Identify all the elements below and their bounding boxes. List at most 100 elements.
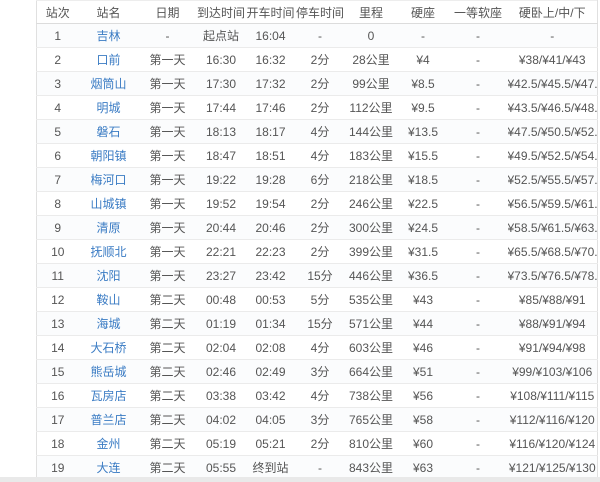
hard-sleeper-price-cell: ¥42.5/¥45.5/¥47.5 <box>508 72 598 96</box>
date-cell: 第二天 <box>139 408 197 432</box>
station-name-cell: 梅河口 <box>79 168 139 192</box>
arrival-time-cell: 18:13 <box>197 120 246 144</box>
first-class-soft-seat-price-cell: - <box>449 336 508 360</box>
first-class-soft-seat-price-cell: - <box>449 72 508 96</box>
first-class-soft-seat-price-cell: - <box>449 144 508 168</box>
train-schedule-table-wrap: 站次站名日期到达时间开车时间停车时间里程硬座一等软座硬卧上/中/下 1吉林-起点… <box>36 0 598 480</box>
table-row: 14大石桥第二天02:0402:084分603公里¥46-¥91/¥94/¥98 <box>37 336 598 360</box>
table-row: 9清原第一天20:4420:462分300公里¥24.5-¥58.5/¥61.5… <box>37 216 598 240</box>
stop-duration-cell: 15分 <box>296 312 345 336</box>
date-cell: 第一天 <box>139 48 197 72</box>
date-cell: 第二天 <box>139 384 197 408</box>
station-name-link[interactable]: 大连 <box>96 461 120 475</box>
station-number-cell: 13 <box>37 312 79 336</box>
first-class-soft-seat-price-cell: - <box>449 288 508 312</box>
date-cell: 第一天 <box>139 240 197 264</box>
station-number-cell: 4 <box>37 96 79 120</box>
departure-time-cell: 20:46 <box>246 216 296 240</box>
station-name-link[interactable]: 清原 <box>96 221 120 235</box>
distance-cell: 218公里 <box>345 168 398 192</box>
arrival-time-cell: 16:30 <box>197 48 246 72</box>
distance-cell: 571公里 <box>345 312 398 336</box>
date-cell: 第一天 <box>139 192 197 216</box>
departure-time-cell: 02:49 <box>246 360 296 384</box>
stop-duration-cell: - <box>296 456 345 480</box>
hard-sleeper-price-cell: ¥112/¥116/¥120 <box>508 408 598 432</box>
arrival-time-cell: 00:48 <box>197 288 246 312</box>
table-row: 15熊岳城第二天02:4602:493分664公里¥51-¥99/¥103/¥1… <box>37 360 598 384</box>
stop-duration-cell: 2分 <box>296 72 345 96</box>
station-name-link[interactable]: 吉林 <box>96 29 120 43</box>
date-cell: 第二天 <box>139 456 197 480</box>
station-number-cell: 16 <box>37 384 79 408</box>
departure-time-cell: 03:42 <box>246 384 296 408</box>
station-name-link[interactable]: 口前 <box>96 53 120 67</box>
station-number-cell: 19 <box>37 456 79 480</box>
first-class-soft-seat-price-cell: - <box>449 48 508 72</box>
station-number-cell: 7 <box>37 168 79 192</box>
station-name-link[interactable]: 鞍山 <box>96 293 120 307</box>
train-schedule-table: 站次站名日期到达时间开车时间停车时间里程硬座一等软座硬卧上/中/下 1吉林-起点… <box>36 0 598 480</box>
hard-seat-price-cell: ¥18.5 <box>398 168 449 192</box>
distance-cell: 99公里 <box>345 72 398 96</box>
hard-sleeper-price-cell: ¥47.5/¥50.5/¥52.5 <box>508 120 598 144</box>
hard-seat-price-cell: ¥63 <box>398 456 449 480</box>
station-name-link[interactable]: 山城镇 <box>90 197 126 211</box>
departure-time-cell: 02:08 <box>246 336 296 360</box>
station-name-cell: 朝阳镇 <box>79 144 139 168</box>
distance-cell: 399公里 <box>345 240 398 264</box>
hard-sleeper-price-cell: ¥88/¥91/¥94 <box>508 312 598 336</box>
arrival-time-cell: 03:38 <box>197 384 246 408</box>
hard-seat-price-cell: ¥4 <box>398 48 449 72</box>
distance-cell: 664公里 <box>345 360 398 384</box>
distance-cell: 28公里 <box>345 48 398 72</box>
station-name-cell: 金州 <box>79 432 139 456</box>
table-row: 2口前第一天16:3016:322分28公里¥4-¥38/¥41/¥43 <box>37 48 598 72</box>
first-class-soft-seat-price-cell: - <box>449 216 508 240</box>
distance-cell: 112公里 <box>345 96 398 120</box>
station-name-link[interactable]: 磐石 <box>96 125 120 139</box>
station-name-cell: 大连 <box>79 456 139 480</box>
departure-time-cell: 17:46 <box>246 96 296 120</box>
table-header-row: 站次站名日期到达时间开车时间停车时间里程硬座一等软座硬卧上/中/下 <box>37 1 598 24</box>
station-name-cell: 沈阳 <box>79 264 139 288</box>
station-name-link[interactable]: 明城 <box>96 101 120 115</box>
station-name-link[interactable]: 海城 <box>96 317 120 331</box>
station-name-link[interactable]: 沈阳 <box>96 269 120 283</box>
date-cell: 第二天 <box>139 312 197 336</box>
station-name-link[interactable]: 金州 <box>96 437 120 451</box>
first-class-soft-seat-price-cell: - <box>449 360 508 384</box>
first-class-soft-seat-price-cell: - <box>449 384 508 408</box>
station-name-link[interactable]: 普兰店 <box>90 413 126 427</box>
station-name-link[interactable]: 熊岳城 <box>90 365 126 379</box>
first-class-soft-seat-price-cell: - <box>449 24 508 48</box>
stop-duration-cell: 2分 <box>296 192 345 216</box>
station-number-cell: 5 <box>37 120 79 144</box>
distance-cell: 300公里 <box>345 216 398 240</box>
distance-cell: 535公里 <box>345 288 398 312</box>
distance-cell: 603公里 <box>345 336 398 360</box>
station-name-link[interactable]: 烟筒山 <box>90 77 126 91</box>
station-number-cell: 3 <box>37 72 79 96</box>
arrival-time-cell: 17:44 <box>197 96 246 120</box>
column-header-arrival-time: 到达时间 <box>197 1 246 24</box>
distance-cell: 144公里 <box>345 120 398 144</box>
hard-seat-price-cell: ¥36.5 <box>398 264 449 288</box>
table-row: 5磐石第一天18:1318:174分144公里¥13.5-¥47.5/¥50.5… <box>37 120 598 144</box>
date-cell: 第一天 <box>139 96 197 120</box>
hard-sleeper-price-cell: ¥121/¥125/¥130 <box>508 456 598 480</box>
station-name-link[interactable]: 朝阳镇 <box>90 149 126 163</box>
first-class-soft-seat-price-cell: - <box>449 168 508 192</box>
stop-duration-cell: 2分 <box>296 432 345 456</box>
station-name-link[interactable]: 抚顺北 <box>90 245 126 259</box>
stop-duration-cell: 6分 <box>296 168 345 192</box>
hard-sleeper-price-cell: ¥65.5/¥68.5/¥70.5 <box>508 240 598 264</box>
departure-time-cell: 16:32 <box>246 48 296 72</box>
table-row: 4明城第一天17:4417:462分112公里¥9.5-¥43.5/¥46.5/… <box>37 96 598 120</box>
stop-duration-cell: 4分 <box>296 336 345 360</box>
station-name-link[interactable]: 瓦房店 <box>90 389 126 403</box>
station-name-link[interactable]: 大石桥 <box>90 341 126 355</box>
distance-cell: 246公里 <box>345 192 398 216</box>
station-name-link[interactable]: 梅河口 <box>90 173 126 187</box>
arrival-time-cell: 01:19 <box>197 312 246 336</box>
